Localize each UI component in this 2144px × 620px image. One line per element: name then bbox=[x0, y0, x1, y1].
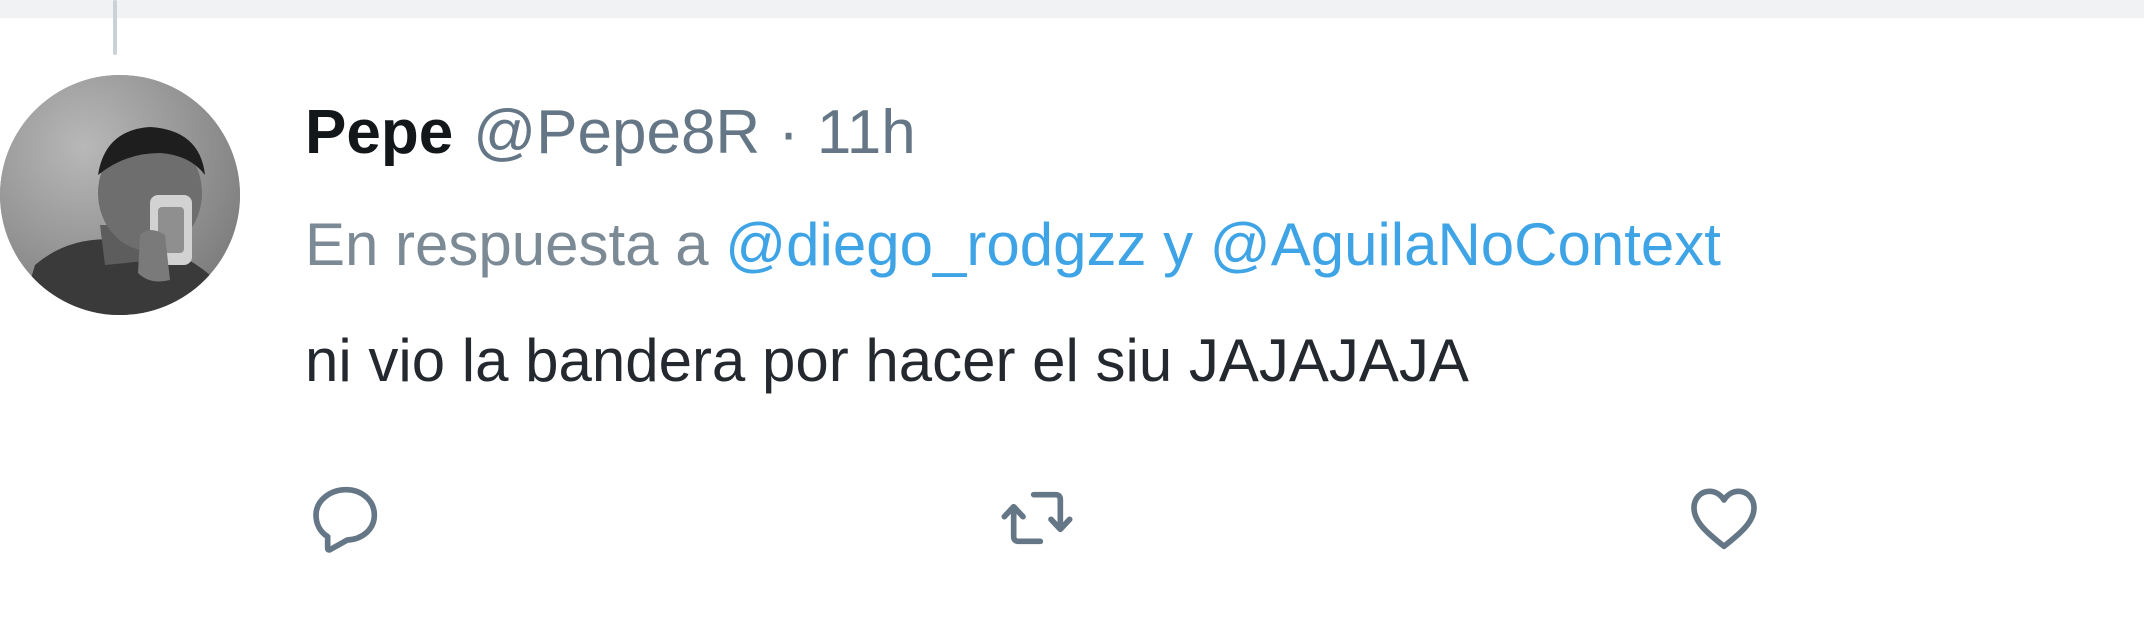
like-button[interactable] bbox=[1676, 470, 1772, 566]
mention-link[interactable]: @diego_rodgzz bbox=[725, 211, 1146, 278]
tweet-reply-card: Pepe @Pepe8R · 11h En respuesta a @diego… bbox=[0, 0, 2144, 620]
reply-conjunction: y bbox=[1163, 211, 1194, 278]
previous-tweet-edge bbox=[0, 0, 2144, 18]
user-handle[interactable]: @Pepe8R bbox=[473, 88, 760, 178]
avatar-photo bbox=[0, 75, 240, 315]
mention-link[interactable]: @AguilaNoContext bbox=[1210, 211, 1721, 278]
timestamp[interactable]: 11h bbox=[817, 88, 916, 178]
reply-button[interactable] bbox=[298, 470, 394, 566]
reply-context: En respuesta a @diego_rodgzz y @AguilaNo… bbox=[305, 200, 1721, 290]
avatar[interactable] bbox=[0, 75, 240, 315]
separator-dot: · bbox=[778, 98, 799, 167]
retweet-button[interactable] bbox=[989, 470, 1085, 566]
retweet-icon bbox=[1001, 491, 1073, 545]
thread-connector-line bbox=[113, 0, 117, 55]
tweet-text: ni vio la bandera por hacer el siu JAJAJ… bbox=[305, 327, 1469, 394]
tweet-actions bbox=[0, 470, 2144, 560]
heart-icon bbox=[1691, 488, 1757, 550]
tweet-header: Pepe @Pepe8R · 11h bbox=[305, 88, 916, 178]
display-name[interactable]: Pepe bbox=[305, 88, 453, 178]
reply-icon bbox=[313, 486, 378, 553]
reply-prefix: En respuesta a bbox=[305, 211, 709, 278]
